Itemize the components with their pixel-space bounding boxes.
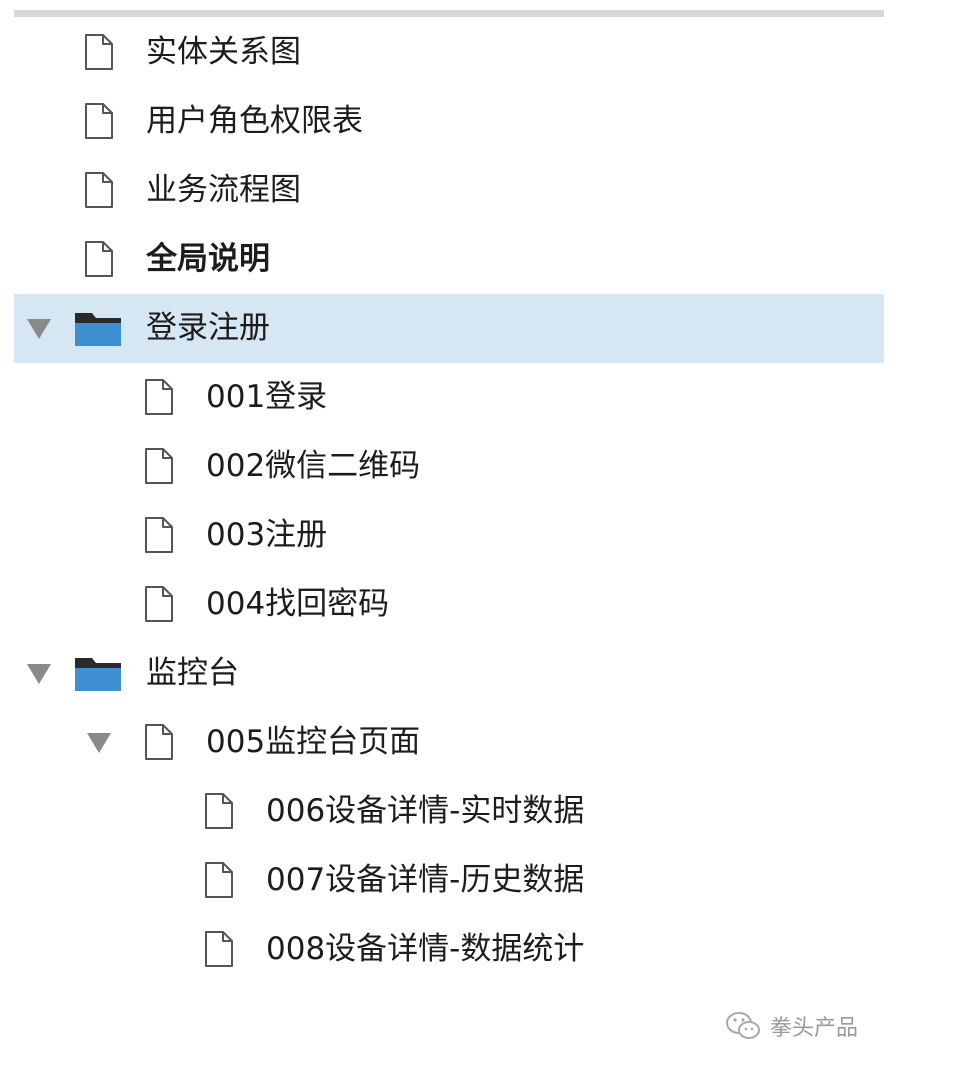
tree-item-003-register[interactable]: 003注册 bbox=[0, 501, 884, 570]
page-icon bbox=[144, 516, 174, 558]
page-icon bbox=[84, 33, 114, 75]
page-tree: 实体关系图 用户角色权限表 业务流程图 全局说明 登录注册 001登录 002微… bbox=[0, 18, 884, 984]
page-icon bbox=[84, 102, 114, 144]
page-icon bbox=[204, 792, 234, 834]
tree-item-label: 005监控台页面 bbox=[206, 724, 421, 760]
tree-item-005-monitor-page[interactable]: 005监控台页面 bbox=[0, 708, 884, 777]
tree-item-label: 008设备详情-数据统计 bbox=[266, 931, 585, 967]
page-icon bbox=[144, 447, 174, 489]
tree-item-006-device-realtime[interactable]: 006设备详情-实时数据 bbox=[0, 777, 884, 846]
tree-item-global-notes[interactable]: 全局说明 bbox=[0, 225, 884, 294]
top-divider bbox=[14, 10, 884, 17]
tree-item-entity-relationship[interactable]: 实体关系图 bbox=[0, 18, 884, 87]
page-icon bbox=[204, 930, 234, 972]
tree-item-004-recover-password[interactable]: 004找回密码 bbox=[0, 570, 884, 639]
tree-item-001-login[interactable]: 001登录 bbox=[0, 363, 884, 432]
wechat-icon bbox=[724, 1009, 764, 1043]
folder-icon bbox=[74, 310, 122, 352]
tree-folder-monitor[interactable]: 监控台 bbox=[0, 639, 884, 708]
page-icon bbox=[84, 171, 114, 213]
tree-item-label: 001登录 bbox=[206, 379, 328, 415]
tree-folder-login-register[interactable]: 登录注册 bbox=[14, 294, 884, 363]
tree-item-label: 004找回密码 bbox=[206, 586, 390, 622]
watermark-text: 拳头产品 bbox=[770, 1016, 859, 1041]
tree-item-002-wechat-qrcode[interactable]: 002微信二维码 bbox=[0, 432, 884, 501]
tree-item-007-device-history[interactable]: 007设备详情-历史数据 bbox=[0, 846, 884, 915]
tree-item-label: 业务流程图 bbox=[146, 172, 301, 208]
tree-item-label: 监控台 bbox=[146, 655, 239, 691]
tree-item-label: 全局说明 bbox=[146, 241, 270, 277]
tree-item-008-device-stats[interactable]: 008设备详情-数据统计 bbox=[0, 915, 884, 984]
tree-item-label: 006设备详情-实时数据 bbox=[266, 793, 585, 829]
watermark: 拳头产品 bbox=[724, 1006, 858, 1046]
tree-item-user-role-permissions[interactable]: 用户角色权限表 bbox=[0, 87, 884, 156]
page-icon bbox=[144, 585, 174, 627]
tree-item-label: 实体关系图 bbox=[146, 34, 301, 70]
tree-item-label: 登录注册 bbox=[146, 310, 270, 346]
folder-icon bbox=[74, 655, 122, 697]
tree-item-business-flow[interactable]: 业务流程图 bbox=[0, 156, 884, 225]
tree-item-label: 用户角色权限表 bbox=[146, 103, 363, 139]
tree-item-label: 003注册 bbox=[206, 517, 328, 553]
page-icon bbox=[144, 378, 174, 420]
page-icon bbox=[144, 723, 174, 765]
tree-item-label: 007设备详情-历史数据 bbox=[266, 862, 585, 898]
expand-triangle-icon[interactable] bbox=[27, 319, 51, 339]
tree-item-label: 002微信二维码 bbox=[206, 448, 421, 484]
expand-triangle-icon[interactable] bbox=[87, 733, 111, 753]
page-icon bbox=[204, 861, 234, 903]
page-icon bbox=[84, 240, 114, 282]
expand-triangle-icon[interactable] bbox=[27, 664, 51, 684]
